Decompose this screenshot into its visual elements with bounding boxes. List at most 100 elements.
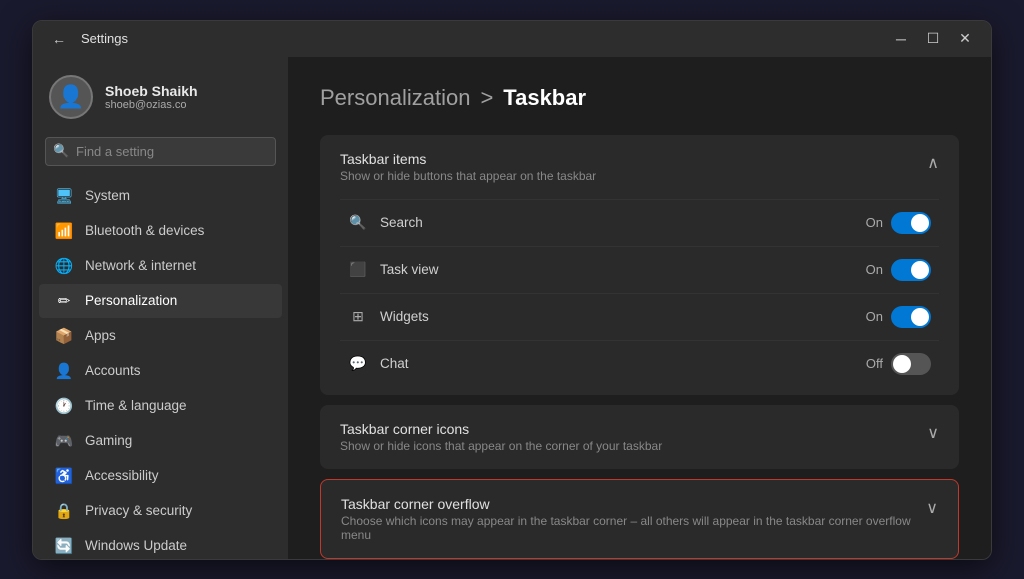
maximize-button[interactable]: ☐: [919, 25, 947, 53]
setting-row-taskview: ⬛ Task view On: [340, 246, 939, 293]
sidebar-item-gaming[interactable]: 🎮 Gaming: [39, 424, 282, 458]
section-header-taskbar-items[interactable]: Taskbar items Show or hide buttons that …: [320, 135, 959, 199]
sidebar-item-network[interactable]: 🌐 Network & internet: [39, 249, 282, 283]
sidebar-item-apps[interactable]: 📦 Apps: [39, 319, 282, 353]
search-input[interactable]: [45, 137, 276, 166]
nav-icon-privacy: 🔒: [55, 502, 73, 520]
sidebar-item-privacy[interactable]: 🔒 Privacy & security: [39, 494, 282, 528]
section-header-text-taskbar-corner-icons: Taskbar corner icons Show or hide icons …: [340, 421, 662, 453]
nav-label-accounts: Accounts: [85, 363, 141, 378]
section-title-taskbar-corner-icons: Taskbar corner icons: [340, 421, 662, 437]
section-title-taskbar-corner-overflow: Taskbar corner overflow: [341, 496, 926, 512]
setting-label-taskview: Task view: [380, 262, 439, 277]
setting-row-search: 🔍 Search On: [340, 199, 939, 246]
nav-icon-system: 🖥: [55, 187, 73, 205]
page-header: Personalization > Taskbar: [320, 85, 959, 111]
settings-window: ← Settings ─ ☐ ✕ 👤 Shoeb Shaikh shoeb@oz…: [32, 20, 992, 560]
setting-row-widgets: ⊞ Widgets On: [340, 293, 939, 340]
setting-icon-search: 🔍: [348, 213, 368, 233]
setting-icon-widgets: ⊞: [348, 307, 368, 327]
sidebar-item-accessibility[interactable]: ♿ Accessibility: [39, 459, 282, 493]
nav-label-time: Time & language: [85, 398, 187, 413]
setting-status-widgets: On: [866, 309, 883, 324]
section-taskbar-corner-overflow: Taskbar corner overflow Choose which ico…: [320, 479, 959, 559]
section-desc-taskbar-corner-overflow: Choose which icons may appear in the tas…: [341, 514, 926, 542]
sidebar-item-bluetooth[interactable]: 📶 Bluetooth & devices: [39, 214, 282, 248]
page-title: Taskbar: [503, 85, 586, 111]
nav-icon-apps: 📦: [55, 327, 73, 345]
user-info: Shoeb Shaikh shoeb@ozias.co: [105, 83, 198, 111]
titlebar-title: Settings: [81, 31, 128, 46]
nav-label-privacy: Privacy & security: [85, 503, 192, 518]
user-email: shoeb@ozias.co: [105, 99, 198, 111]
toggle-thumb-widgets: [911, 308, 929, 326]
nav-icon-gaming: 🎮: [55, 432, 73, 450]
setting-label-search: Search: [380, 215, 423, 230]
section-desc-taskbar-corner-icons: Show or hide icons that appear on the co…: [340, 439, 662, 453]
close-button[interactable]: ✕: [951, 25, 979, 53]
nav-label-apps: Apps: [85, 328, 116, 343]
sidebar-item-personalization[interactable]: ✏ Personalization: [39, 284, 282, 318]
setting-label-widgets: Widgets: [380, 309, 429, 324]
minimize-button[interactable]: ─: [887, 25, 915, 53]
setting-status-chat: Off: [866, 356, 883, 371]
sidebar: 👤 Shoeb Shaikh shoeb@ozias.co 🔍 🖥 System…: [33, 57, 288, 559]
section-taskbar-items: Taskbar items Show or hide buttons that …: [320, 135, 959, 395]
nav-label-update: Windows Update: [85, 538, 187, 553]
nav-icon-bluetooth: 📶: [55, 222, 73, 240]
search-icon: 🔍: [53, 143, 69, 159]
titlebar: ← Settings ─ ☐ ✕: [33, 21, 991, 57]
toggle-thumb-search: [911, 214, 929, 232]
nav-icon-update: 🔄: [55, 537, 73, 555]
user-name: Shoeb Shaikh: [105, 83, 198, 99]
app-content: 👤 Shoeb Shaikh shoeb@ozias.co 🔍 🖥 System…: [33, 57, 991, 559]
toggle-widgets[interactable]: [891, 306, 931, 328]
nav-label-personalization: Personalization: [85, 293, 177, 308]
setting-row-chat: 💬 Chat Off: [340, 340, 939, 387]
setting-label-chat: Chat: [380, 356, 409, 371]
avatar-icon: 👤: [57, 84, 84, 110]
section-header-taskbar-corner-overflow[interactable]: Taskbar corner overflow Choose which ico…: [321, 480, 958, 558]
main-content: Personalization > Taskbar Taskbar items …: [288, 57, 991, 559]
nav-icon-accounts: 👤: [55, 362, 73, 380]
sidebar-item-accounts[interactable]: 👤 Accounts: [39, 354, 282, 388]
nav-label-system: System: [85, 188, 130, 203]
nav-label-bluetooth: Bluetooth & devices: [85, 223, 204, 238]
section-taskbar-corner-icons: Taskbar corner icons Show or hide icons …: [320, 405, 959, 469]
setting-icon-chat: 💬: [348, 354, 368, 374]
toggle-taskview[interactable]: [891, 259, 931, 281]
breadcrumb: Personalization: [320, 85, 470, 111]
toggle-thumb-taskview: [911, 261, 929, 279]
titlebar-left: ← Settings: [45, 25, 128, 53]
nav-icon-accessibility: ♿: [55, 467, 73, 485]
section-header-text-taskbar-items: Taskbar items Show or hide buttons that …: [340, 151, 596, 183]
nav-label-network: Network & internet: [85, 258, 196, 273]
setting-status-taskview: On: [866, 262, 883, 277]
sidebar-item-time[interactable]: 🕐 Time & language: [39, 389, 282, 423]
breadcrumb-arrow: >: [480, 85, 493, 111]
avatar: 👤: [49, 75, 93, 119]
sidebar-item-system[interactable]: 🖥 System: [39, 179, 282, 213]
section-title-taskbar-items: Taskbar items: [340, 151, 596, 167]
search-box: 🔍: [45, 137, 276, 166]
nav-label-gaming: Gaming: [85, 433, 132, 448]
nav-icon-personalization: ✏: [55, 292, 73, 310]
section-body-taskbar-items: 🔍 Search On ⬛ Task view: [320, 199, 959, 395]
toggle-search[interactable]: [891, 212, 931, 234]
setting-icon-taskview: ⬛: [348, 260, 368, 280]
nav-label-accessibility: Accessibility: [85, 468, 159, 483]
section-chevron-taskbar-corner-overflow: ∨: [926, 498, 938, 518]
section-desc-taskbar-items: Show or hide buttons that appear on the …: [340, 169, 596, 183]
setting-status-search: On: [866, 215, 883, 230]
section-header-taskbar-corner-icons[interactable]: Taskbar corner icons Show or hide icons …: [320, 405, 959, 469]
toggle-chat[interactable]: [891, 353, 931, 375]
back-button[interactable]: ←: [45, 25, 73, 53]
nav-icon-network: 🌐: [55, 257, 73, 275]
section-chevron-taskbar-items: ∧: [927, 153, 939, 173]
user-section: 👤 Shoeb Shaikh shoeb@ozias.co: [33, 57, 288, 133]
sections-list: Taskbar items Show or hide buttons that …: [320, 135, 959, 559]
sidebar-item-update[interactable]: 🔄 Windows Update: [39, 529, 282, 559]
nav-icon-time: 🕐: [55, 397, 73, 415]
nav-list: 🖥 System 📶 Bluetooth & devices 🌐 Network…: [33, 178, 288, 559]
titlebar-controls: ─ ☐ ✕: [887, 25, 979, 53]
